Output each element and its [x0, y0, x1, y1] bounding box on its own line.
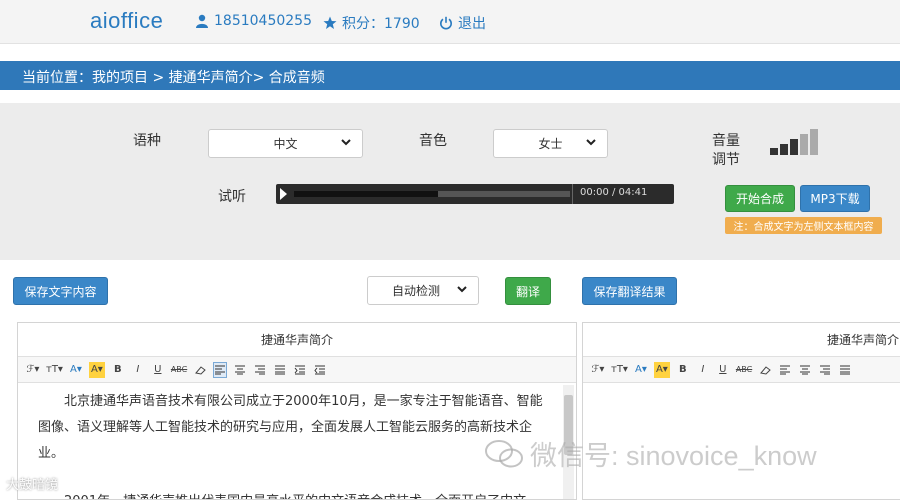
wechat-icon — [485, 439, 523, 467]
translate-button[interactable]: 翻译 — [505, 277, 551, 305]
strikethrough-button[interactable]: ABC — [171, 362, 187, 378]
audio-time: 00:00 / 04:41 — [580, 187, 648, 198]
paragraph: 北京捷通华声语音技术有限公司成立于2000年10月，是一家专注于智能语音、智能图… — [38, 394, 543, 461]
logout-button[interactable]: 退出 — [439, 13, 486, 33]
synthesis-note: 注：合成文字为左侧文本框内容 — [725, 217, 882, 234]
player-divider — [572, 184, 573, 204]
volume-slider[interactable] — [770, 129, 818, 155]
align-left-icon[interactable] — [213, 361, 228, 378]
volume-bar[interactable] — [780, 144, 788, 155]
font-size-button[interactable]: тT▾ — [611, 362, 628, 378]
translation-toolbar: ℱ▾ тT▾ A▾ A▾ B I U ABC — [583, 357, 900, 383]
volume-bar[interactable] — [810, 129, 818, 155]
bold-button[interactable]: B — [111, 362, 125, 378]
points-text: 积分：1790 — [342, 16, 420, 32]
align-center-icon[interactable] — [233, 362, 247, 378]
volume-label-1: 音量 — [712, 133, 740, 149]
align-center-icon[interactable] — [798, 362, 812, 378]
align-justify-icon[interactable] — [273, 362, 287, 378]
font-size-button[interactable]: тT▾ — [46, 362, 63, 378]
power-icon — [440, 16, 452, 30]
font-family-button[interactable]: ℱ▾ — [591, 362, 605, 378]
translation-panel-title: 捷通华声简介 — [583, 323, 900, 357]
mp3-download-button[interactable]: MP3下载 — [800, 185, 870, 212]
star-icon — [323, 16, 337, 29]
breadcrumb: 当前位置：我的项目 > 捷通华声简介> 合成音频 — [0, 61, 900, 90]
top-bar: aioffice 18510450255 积分：1790 退出 — [0, 0, 900, 44]
source-text-panel: 捷通华声简介 ℱ▾ тT▾ A▾ A▾ B I U ABC 北京捷通华声语音技术… — [17, 322, 577, 500]
align-justify-icon[interactable] — [838, 362, 852, 378]
voice-select[interactable]: 女士 — [493, 129, 608, 158]
eraser-icon[interactable] — [193, 362, 207, 378]
audio-player: 00:00 / 04:41 — [276, 184, 674, 204]
listen-label: 试听 — [218, 189, 246, 205]
italic-button[interactable]: I — [131, 362, 145, 378]
strikethrough-button[interactable]: ABC — [736, 362, 752, 378]
italic-button[interactable]: I — [696, 362, 710, 378]
volume-bar[interactable] — [790, 139, 798, 155]
volume-bar[interactable] — [770, 148, 778, 155]
language-select[interactable]: 中文 — [208, 129, 363, 158]
chevron-down-icon — [586, 139, 596, 146]
synthesis-controls — [0, 103, 900, 260]
font-color-button[interactable]: A▾ — [69, 362, 83, 378]
editor-toolbar: ℱ▾ тT▾ A▾ A▾ B I U ABC — [18, 357, 576, 383]
points-info: 积分：1790 — [323, 13, 420, 33]
font-color-button[interactable]: A▾ — [634, 362, 648, 378]
wechat-watermark: 微信号: sinovoice_know — [484, 434, 817, 473]
outdent-icon[interactable] — [313, 362, 327, 378]
voice-value: 女士 — [538, 137, 563, 151]
align-right-icon[interactable] — [253, 362, 267, 378]
translation-panel: 捷通华声简介 ℱ▾ тT▾ A▾ A▾ B I U ABC — [582, 322, 900, 500]
highlight-button[interactable]: A▾ — [653, 361, 670, 378]
user-icon — [196, 14, 208, 28]
volume-bar[interactable] — [800, 134, 808, 155]
eraser-icon[interactable] — [758, 362, 772, 378]
language-value: 中文 — [273, 137, 298, 151]
logo[interactable]: aioffice — [90, 8, 163, 34]
source-panel-title: 捷通华声简介 — [18, 323, 576, 357]
detect-language-select[interactable]: 自动检测 — [367, 276, 479, 305]
language-label: 语种 — [133, 133, 161, 149]
align-left-icon[interactable] — [778, 362, 792, 378]
play-icon[interactable] — [280, 188, 287, 200]
audio-progress[interactable] — [294, 191, 570, 197]
indent-icon[interactable] — [293, 362, 307, 378]
watermark-text: 微信号: sinovoice_know — [530, 441, 817, 471]
translation-editor[interactable] — [583, 383, 900, 389]
bold-button[interactable]: B — [676, 362, 690, 378]
audio-progress-fill — [294, 191, 438, 197]
user-info[interactable]: 18510450255 — [195, 13, 312, 29]
font-family-button[interactable]: ℱ▾ — [26, 362, 40, 378]
logout-label: 退出 — [458, 16, 486, 32]
voice-label: 音色 — [419, 133, 447, 149]
start-synthesis-button[interactable]: 开始合成 — [725, 185, 795, 212]
save-text-button[interactable]: 保存文字内容 — [13, 277, 108, 305]
detect-value: 自动检测 — [391, 284, 440, 298]
align-right-icon[interactable] — [818, 362, 832, 378]
paragraph: 2001年，捷通华声推出代表国内最高水平的中文语音合成技术，全面开启了中文 — [38, 489, 552, 499]
underline-button[interactable]: U — [151, 362, 165, 378]
save-translation-button[interactable]: 保存翻译结果 — [582, 277, 677, 305]
highlight-button[interactable]: A▾ — [88, 361, 105, 378]
volume-label-2: 调节 — [712, 152, 740, 168]
user-phone: 18510450255 — [214, 13, 312, 29]
underline-button[interactable]: U — [716, 362, 730, 378]
chevron-down-icon — [457, 286, 467, 293]
chevron-down-icon — [341, 139, 351, 146]
corner-watermark: 大鼓暗镜 — [6, 478, 59, 493]
